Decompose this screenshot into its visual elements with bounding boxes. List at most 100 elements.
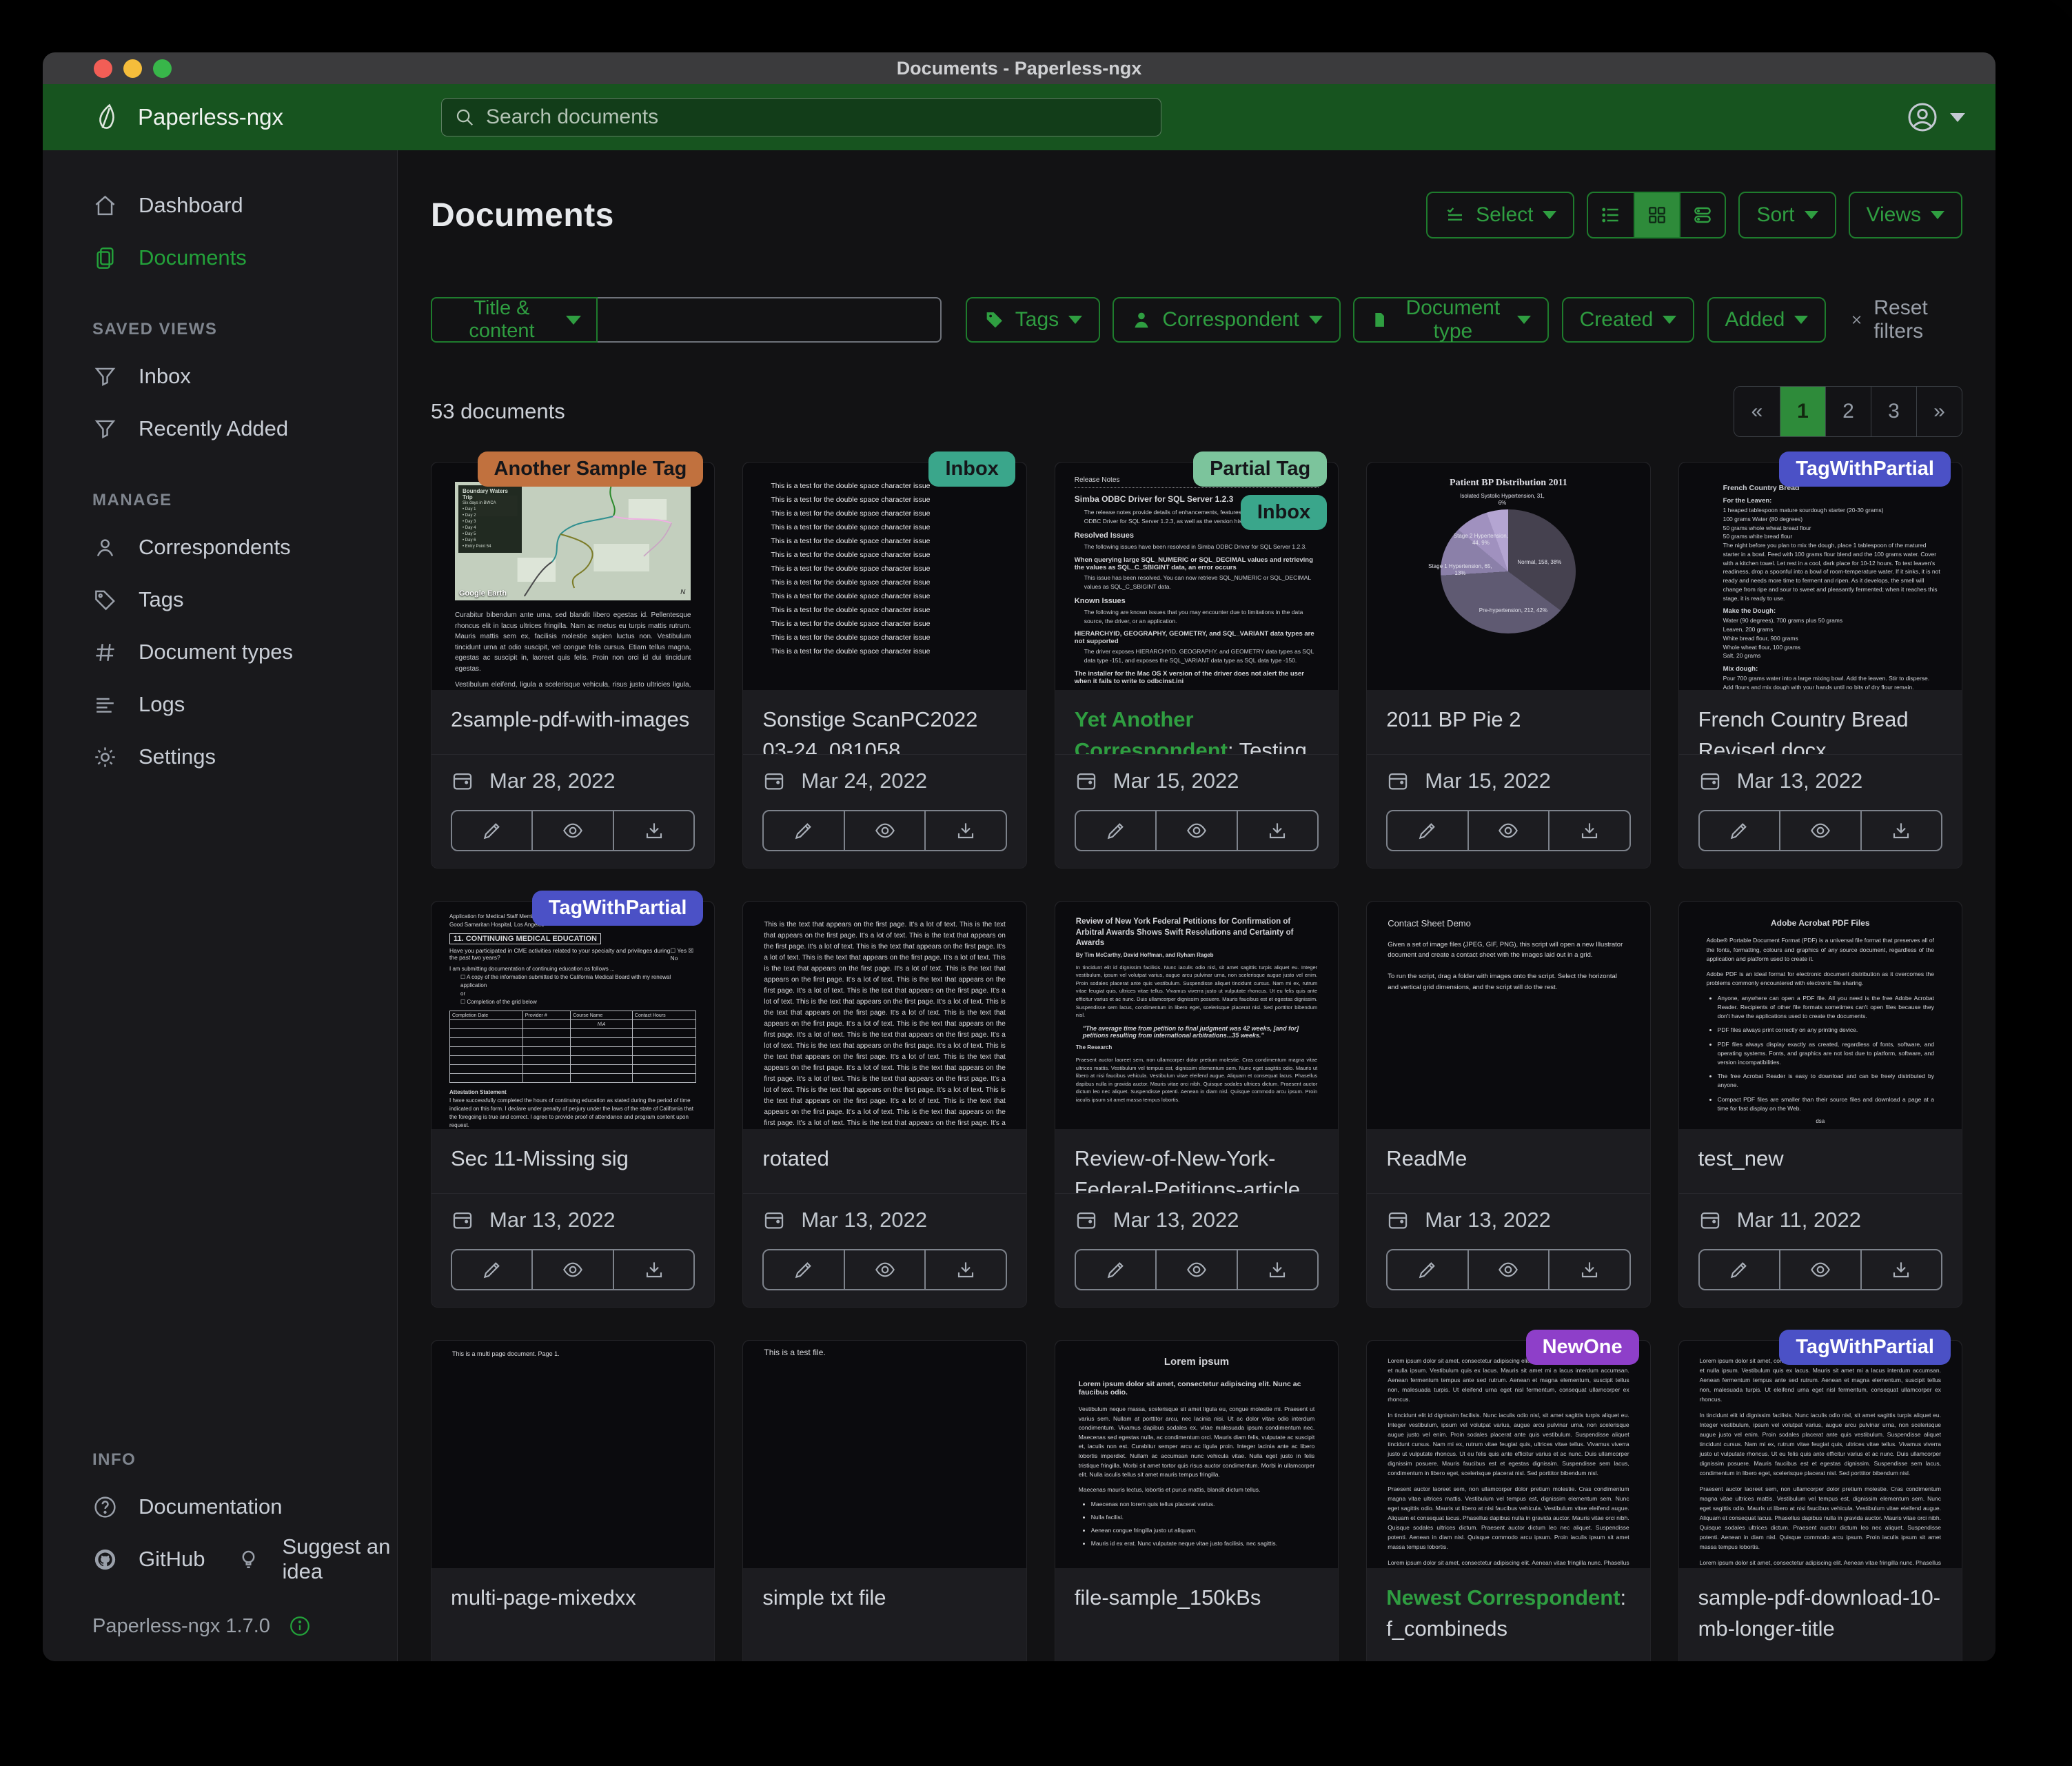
sidebar-item-recently-added[interactable]: Recently Added [43, 403, 397, 455]
document-thumbnail[interactable]: This is the text that appears on the fir… [743, 902, 1026, 1129]
sidebar-item-tags[interactable]: Tags [43, 574, 397, 626]
document-title[interactable]: multi-page-mixedxx [431, 1568, 714, 1661]
download-button[interactable] [1548, 810, 1630, 851]
filter-field-button[interactable]: Title & content [431, 297, 598, 343]
view-button[interactable] [1467, 1249, 1550, 1290]
reset-filters-button[interactable]: Reset filters [1849, 296, 1962, 343]
document-thumbnail[interactable]: Application for Medical Staff MembersGoo… [431, 902, 714, 1129]
document-title[interactable]: simple txt file [743, 1568, 1026, 1661]
tag-badge[interactable]: TagWithPartial [1779, 1330, 1951, 1365]
document-thumbnail[interactable]: Boundary Waters Trip Six days in BWCA • … [431, 463, 714, 690]
document-title[interactable]: Sec 11-Missing sig [431, 1129, 714, 1193]
document-thumbnail[interactable]: Review of New York Federal Petitions for… [1055, 902, 1338, 1129]
pagination-prev[interactable]: « [1734, 387, 1780, 436]
filter-correspondent-button[interactable]: Correspondent [1113, 297, 1340, 343]
correspondent-link[interactable]: Newest Correspondent [1386, 1585, 1620, 1610]
download-button[interactable] [613, 1249, 695, 1290]
tag-badge[interactable]: TagWithPartial [532, 891, 704, 926]
sidebar-item-dashboard[interactable]: Dashboard [43, 179, 397, 232]
download-button[interactable] [1237, 810, 1319, 851]
view-button[interactable] [844, 1249, 926, 1290]
document-title[interactable]: 2011 BP Pie 2 [1367, 690, 1649, 754]
sidebar-item-logs[interactable]: Logs [43, 678, 397, 731]
user-menu[interactable] [1906, 101, 1965, 134]
sidebar-item-github[interactable]: GitHub [43, 1533, 205, 1585]
download-button[interactable] [924, 1249, 1006, 1290]
list-view-button[interactable] [1588, 193, 1634, 237]
view-button[interactable] [1779, 1249, 1861, 1290]
edit-button[interactable] [1698, 810, 1780, 851]
download-button[interactable] [1860, 1249, 1942, 1290]
pagination-page-3[interactable]: 3 [1871, 387, 1916, 436]
select-button[interactable]: Select [1426, 192, 1574, 238]
document-title[interactable]: Yet Another Correspondent: Testing Email [1055, 690, 1338, 754]
minimize-button[interactable] [123, 59, 142, 78]
pagination-page-1[interactable]: 1 [1780, 387, 1825, 436]
document-thumbnail[interactable]: Lorem ipsum dolor sit amet, consectetur … [1367, 1341, 1649, 1568]
document-thumbnail[interactable]: This is a test for the double space char… [743, 463, 1026, 690]
document-title[interactable]: French Country Bread Revised.docx [1679, 690, 1962, 754]
document-thumbnail[interactable]: Adobe Acrobat PDF FilesAdobe® Portable D… [1679, 902, 1962, 1129]
sidebar-item-settings[interactable]: Settings [43, 731, 397, 783]
edit-button[interactable] [451, 810, 533, 851]
edit-button[interactable] [1386, 810, 1468, 851]
view-button[interactable] [1467, 810, 1550, 851]
download-button[interactable] [1860, 810, 1942, 851]
tag-badge[interactable]: Inbox [928, 451, 1015, 487]
tag-badge[interactable]: NewOne [1526, 1330, 1639, 1365]
edit-button[interactable] [1698, 1249, 1780, 1290]
view-button[interactable] [1155, 1249, 1237, 1290]
global-search[interactable] [441, 98, 1161, 136]
tag-badge[interactable]: Inbox [1241, 495, 1327, 530]
view-button[interactable] [844, 810, 926, 851]
document-title[interactable]: file-sample_150kBs [1055, 1568, 1338, 1661]
document-title[interactable]: Review-of-New-York-Federal-Petitions-art… [1055, 1129, 1338, 1193]
sidebar-item-suggest-idea[interactable]: Suggest an idea [205, 1533, 397, 1585]
tag-badge[interactable]: Another Sample Tag [478, 451, 704, 487]
filter-added-button[interactable]: Added [1707, 297, 1827, 343]
edit-button[interactable] [762, 1249, 844, 1290]
pagination-page-2[interactable]: 2 [1825, 387, 1871, 436]
document-thumbnail[interactable]: This is a multi page document. Page 1. [431, 1341, 714, 1568]
download-button[interactable] [1548, 1249, 1630, 1290]
tag-badge[interactable]: TagWithPartial [1779, 451, 1951, 487]
zoom-button[interactable] [153, 59, 172, 78]
close-button[interactable] [94, 59, 112, 78]
document-title[interactable]: rotated [743, 1129, 1026, 1193]
view-button[interactable] [531, 810, 613, 851]
info-circle-icon[interactable] [288, 1614, 312, 1638]
download-button[interactable] [924, 810, 1006, 851]
view-button[interactable] [531, 1249, 613, 1290]
app-brand[interactable]: Paperless-ngx [43, 102, 398, 132]
views-button[interactable]: Views [1849, 192, 1962, 238]
edit-button[interactable] [1386, 1249, 1468, 1290]
grid-view-button[interactable] [1634, 193, 1679, 237]
download-button[interactable] [613, 810, 695, 851]
detail-view-button[interactable] [1679, 193, 1725, 237]
correspondent-link[interactable]: Yet Another Correspondent [1075, 707, 1228, 754]
sidebar-item-inbox[interactable]: Inbox [43, 350, 397, 403]
edit-button[interactable] [1075, 810, 1157, 851]
filter-tags-button[interactable]: Tags [966, 297, 1100, 343]
document-title[interactable]: 2sample-pdf-with-images [431, 690, 714, 754]
document-thumbnail[interactable]: Lorem ipsumLorem ipsum dolor sit amet, c… [1055, 1341, 1338, 1568]
edit-button[interactable] [762, 810, 844, 851]
tag-badge[interactable]: Partial Tag [1193, 451, 1327, 487]
filter-created-button[interactable]: Created [1562, 297, 1695, 343]
view-button[interactable] [1155, 810, 1237, 851]
document-thumbnail[interactable]: Lorem ipsum dolor sit amet, consectetur … [1679, 1341, 1962, 1568]
document-thumbnail[interactable]: French Country BreadFor the Leaven:1 hea… [1679, 463, 1962, 690]
sort-button[interactable]: Sort [1738, 192, 1836, 238]
document-thumbnail[interactable]: Patient BP Distribution 2011 Isolated Sy… [1367, 463, 1649, 690]
document-title[interactable]: ReadMe [1367, 1129, 1649, 1193]
document-title[interactable]: test_new [1679, 1129, 1962, 1193]
sidebar-item-documentation[interactable]: Documentation [43, 1481, 397, 1533]
sidebar-item-correspondents[interactable]: Correspondents [43, 521, 397, 574]
search-input[interactable] [486, 105, 1148, 129]
document-title[interactable]: Sonstige ScanPC2022 03-24_081058 [743, 690, 1026, 754]
document-thumbnail[interactable]: Contact Sheet DemoGiven a set of image f… [1367, 902, 1649, 1129]
pagination-next[interactable]: » [1916, 387, 1962, 436]
edit-button[interactable] [451, 1249, 533, 1290]
filter-text-input[interactable] [598, 297, 942, 343]
sidebar-item-documents[interactable]: Documents [43, 232, 397, 284]
